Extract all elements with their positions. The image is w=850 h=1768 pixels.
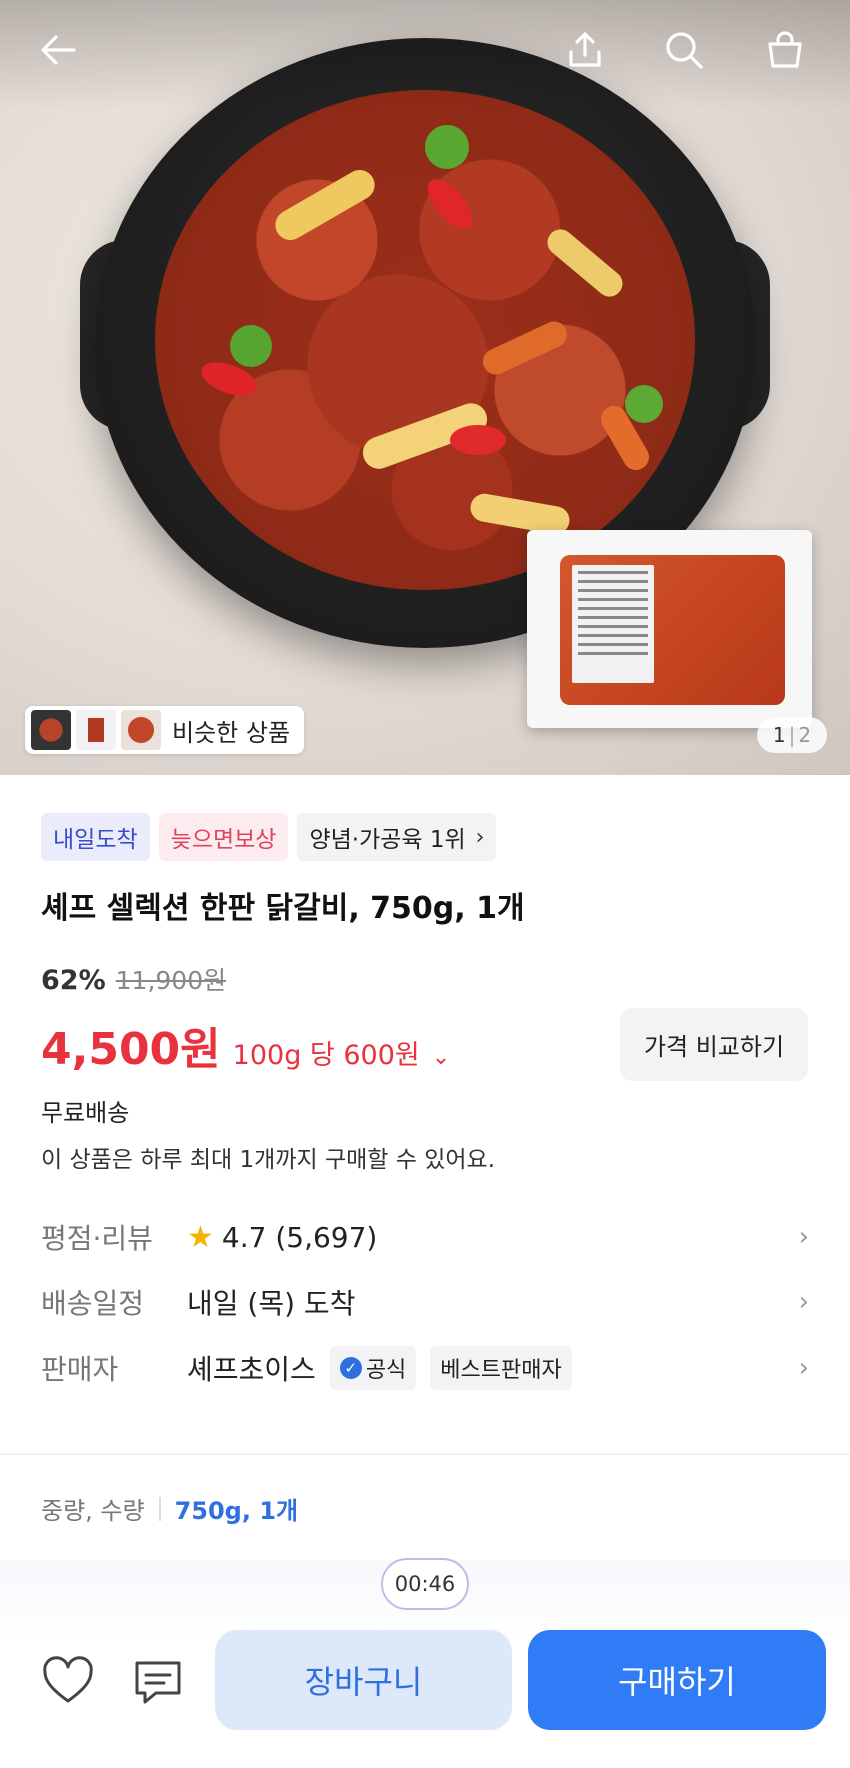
best-seller-tag: 베스트판매자 bbox=[430, 1346, 572, 1390]
late-compensation-badge: 늦으면보상 bbox=[158, 813, 289, 861]
category-rank-badge[interactable]: 양념·가공육 1위 › bbox=[297, 813, 497, 861]
similar-products-chip[interactable]: 비슷한 상품 bbox=[25, 706, 305, 754]
hero-shade bbox=[0, 0, 850, 110]
chevron-right-icon: › bbox=[475, 824, 485, 850]
shipping-value: 내일 (목) 도착 bbox=[187, 1287, 356, 1320]
green-pepper bbox=[230, 325, 272, 367]
option-row[interactable]: 중량, 수량 750g, 1개 bbox=[41, 1491, 298, 1526]
label-line bbox=[578, 634, 648, 637]
rating-review-value: ★ 4.7 (5,697) bbox=[187, 1220, 377, 1255]
label-line bbox=[578, 571, 648, 574]
heart-icon[interactable] bbox=[36, 1650, 100, 1714]
similar-products-label: 비슷한 상품 bbox=[172, 718, 291, 747]
chevron-right-icon: › bbox=[798, 1353, 809, 1383]
star-icon: ★ bbox=[187, 1219, 214, 1255]
seller-key: 판매자 bbox=[41, 1353, 119, 1386]
option-value: 750g, 1개 bbox=[174, 1497, 299, 1525]
rating-review-key: 평점·리뷰 bbox=[41, 1222, 153, 1255]
similar-thumb bbox=[76, 710, 116, 750]
pager-total: 2 bbox=[798, 723, 812, 747]
section-divider bbox=[0, 1453, 850, 1455]
red-pepper bbox=[450, 425, 506, 455]
buy-now-button[interactable]: 구매하기 bbox=[528, 1630, 826, 1730]
option-separator bbox=[158, 1496, 161, 1521]
category-rank-label: 양념·가공육 1위 bbox=[309, 827, 466, 853]
chevron-down-icon[interactable]: ⌄ bbox=[432, 1045, 450, 1070]
unit-price[interactable]: 100g 당 600원 bbox=[233, 1033, 420, 1072]
free-shipping-text: 무료배송 bbox=[41, 1099, 130, 1127]
seller-row[interactable]: 판매자 셰프초이스 ✓ 공식 베스트판매자 › bbox=[41, 1343, 809, 1393]
seller-name: 셰프초이스 bbox=[187, 1353, 316, 1386]
similar-thumb bbox=[31, 710, 71, 750]
package-contents bbox=[560, 555, 785, 705]
add-to-cart-button[interactable]: 장바구니 bbox=[215, 1630, 512, 1730]
share-icon[interactable] bbox=[557, 22, 613, 78]
sale-price: 4,500원 bbox=[41, 1024, 221, 1075]
label-line bbox=[578, 643, 648, 646]
badge-row: 내일도착 늦으면보상 양념·가공육 1위 › bbox=[41, 813, 497, 861]
label-line bbox=[578, 580, 648, 583]
shipping-schedule-row[interactable]: 배송일정 내일 (목) 도착 › bbox=[41, 1277, 809, 1327]
label-line bbox=[578, 598, 648, 601]
package-label bbox=[572, 565, 654, 683]
chat-icon[interactable] bbox=[126, 1650, 190, 1714]
compare-price-button[interactable]: 가격 비교하기 bbox=[620, 1008, 808, 1081]
official-tag: ✓ 공식 bbox=[329, 1346, 417, 1390]
label-line bbox=[578, 607, 648, 610]
label-line bbox=[578, 625, 648, 628]
arrival-badge: 내일도착 bbox=[41, 813, 150, 861]
original-price: 11,900원 bbox=[115, 966, 227, 995]
green-pepper bbox=[425, 125, 469, 169]
label-line bbox=[578, 589, 648, 592]
timer-badge: 00:46 bbox=[381, 1558, 469, 1610]
seller-value: 셰프초이스 ✓ 공식 베스트판매자 bbox=[187, 1346, 572, 1390]
rating-review-row[interactable]: 평점·리뷰 ★ 4.7 (5,697) › bbox=[41, 1212, 809, 1262]
verified-check-icon: ✓ bbox=[339, 1357, 362, 1379]
similar-thumb bbox=[121, 710, 161, 750]
option-key: 중량, 수량 bbox=[41, 1497, 145, 1525]
label-line bbox=[578, 652, 648, 655]
shopping-bag-icon[interactable] bbox=[757, 22, 813, 78]
green-pepper bbox=[625, 385, 663, 423]
official-tag-label: 공식 bbox=[365, 1358, 407, 1383]
product-image-carousel[interactable]: 비슷한 상품 1 | 2 bbox=[0, 0, 850, 775]
shipping-key: 배송일정 bbox=[41, 1287, 145, 1320]
chevron-right-icon: › bbox=[798, 1287, 809, 1317]
product-title: 셰프 셀렉션 한판 닭갈비, 750g, 1개 bbox=[41, 891, 525, 926]
image-pager: 1 | 2 bbox=[757, 717, 827, 753]
pager-separator: | bbox=[788, 723, 796, 747]
price-row: 4,500원 100g 당 600원 ⌄ bbox=[41, 1013, 450, 1077]
discount-row: 62% 11,900원 bbox=[41, 961, 226, 997]
package-inset-image bbox=[527, 530, 812, 728]
back-icon[interactable] bbox=[30, 22, 86, 78]
rating-text: 4.7 (5,697) bbox=[221, 1220, 378, 1254]
purchase-limit-text: 이 상품은 하루 최대 1개까지 구매할 수 있어요. bbox=[41, 1147, 496, 1173]
search-icon[interactable] bbox=[656, 22, 712, 78]
pager-current: 1 bbox=[772, 723, 786, 747]
chevron-right-icon: › bbox=[798, 1222, 809, 1252]
label-line bbox=[578, 616, 648, 619]
discount-rate: 62% bbox=[41, 965, 106, 996]
